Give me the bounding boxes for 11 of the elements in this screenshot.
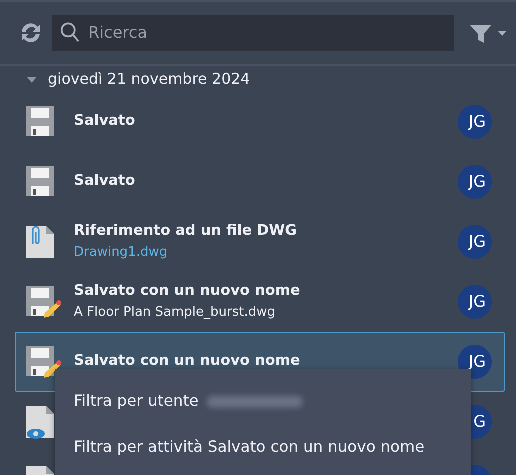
date-heading: giovedì 21 novembre 2024 bbox=[48, 68, 250, 90]
user-avatar: JG bbox=[458, 285, 492, 319]
user-avatar: JG bbox=[458, 105, 492, 139]
entry-title: Salvato bbox=[74, 112, 136, 132]
entry-title: Salvato con un nuovo nome bbox=[74, 282, 300, 302]
entry-title: Salvato con un nuovo nome bbox=[74, 352, 300, 372]
user-avatar: JG bbox=[458, 225, 492, 259]
entry-title: Salvato bbox=[74, 172, 136, 192]
user-avatar: JG bbox=[458, 165, 492, 199]
entry-title: Riferimento ad un file DWG bbox=[74, 222, 298, 242]
file-name: A Floor Plan Sample_burst.dwg bbox=[74, 304, 277, 322]
